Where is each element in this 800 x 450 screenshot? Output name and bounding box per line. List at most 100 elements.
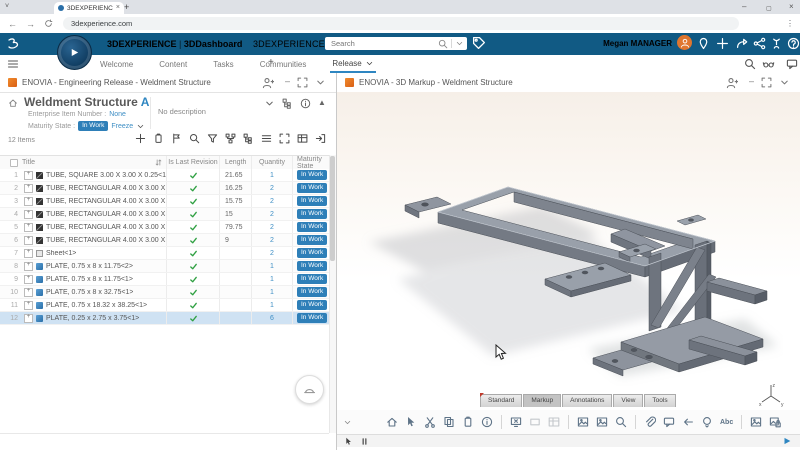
tab-close-icon[interactable]: × xyxy=(116,5,120,11)
url-bar[interactable]: 3dexperience.com xyxy=(63,17,739,30)
item-number-value[interactable]: None xyxy=(109,111,126,118)
filter-icon[interactable] xyxy=(207,133,218,144)
zoom-region-icon[interactable] xyxy=(613,414,629,430)
part-title[interactable]: TUBE, RECTANGULAR 4.00 X 3.00 X 0.25<6> xyxy=(46,198,166,205)
fullscreen-icon[interactable] xyxy=(279,133,290,144)
3dswym-icon[interactable] xyxy=(770,37,783,50)
search-icon[interactable] xyxy=(744,58,756,70)
image-lock-icon[interactable] xyxy=(767,414,783,430)
assistant-fab-button[interactable] xyxy=(295,375,324,404)
tab-release[interactable]: Release xyxy=(330,55,375,73)
table-row[interactable]: 12+PLATE, 0.25 x 2.75 x 3.75<1>6In Work xyxy=(0,312,329,325)
part-title[interactable]: TUBE, SQUARE 3.00 X 3.00 X 0.25<1> xyxy=(46,172,166,179)
text-abc-icon[interactable]: Abc xyxy=(718,414,735,430)
weldment-3d-model[interactable] xyxy=(353,114,783,386)
part-title[interactable]: PLATE, 0.75 x 18.32 x 38.25<1> xyxy=(46,302,147,309)
expand-row-icon[interactable]: + xyxy=(24,171,33,180)
table-row[interactable]: 7+Sheet<1>2In Work xyxy=(0,247,329,260)
tab-welcome[interactable]: Welcome xyxy=(98,55,135,73)
related-content-icon[interactable] xyxy=(282,98,293,109)
paste-icon[interactable] xyxy=(153,133,164,144)
options-icon[interactable] xyxy=(699,414,715,430)
select-icon[interactable] xyxy=(403,414,419,430)
pause-icon[interactable] xyxy=(360,437,369,446)
quantity-value[interactable]: 1 xyxy=(251,260,292,272)
back-button[interactable]: ← xyxy=(8,19,17,29)
share-widget-icon[interactable] xyxy=(262,77,274,89)
tag-icon[interactable] xyxy=(472,36,486,50)
avatar[interactable] xyxy=(677,35,692,50)
viewer-tab-annotations[interactable]: Annotations xyxy=(562,394,612,407)
cut-icon[interactable] xyxy=(422,414,438,430)
maximize-widget-icon[interactable] xyxy=(297,77,308,88)
quantity-value[interactable]: 2 xyxy=(251,208,292,220)
structure-alt-icon[interactable] xyxy=(243,133,254,144)
expand-row-icon[interactable]: + xyxy=(24,262,33,271)
browser-tab[interactable]: 3DEXPERIENCE × xyxy=(54,2,124,14)
window-maximize-button[interactable]: ▢ xyxy=(766,4,772,14)
screen-clear-icon[interactable] xyxy=(508,414,524,430)
expand-row-icon[interactable]: + xyxy=(24,184,33,193)
global-search[interactable] xyxy=(325,37,467,50)
maximize-widget-icon[interactable] xyxy=(761,77,772,88)
collapse-header-icon[interactable]: ▲ xyxy=(318,98,326,107)
rectangle-icon[interactable] xyxy=(527,414,543,430)
viewer-tab-markup[interactable]: Markup xyxy=(523,394,561,407)
freeze-action[interactable]: Freeze xyxy=(111,123,133,130)
expand-row-icon[interactable]: + xyxy=(24,223,33,232)
table-row[interactable]: 9+PLATE, 0.75 x 8 x 11.75<1>1In Work xyxy=(0,273,329,286)
expand-row-icon[interactable]: + xyxy=(24,301,33,310)
part-title[interactable]: TUBE, RECTANGULAR 4.00 X 3.00 X 0.25<10> xyxy=(46,237,166,244)
reload-button[interactable] xyxy=(44,19,53,28)
part-title[interactable]: Sheet<1> xyxy=(46,250,76,257)
user-name[interactable]: Megan MANAGER xyxy=(600,39,672,48)
sort-icon[interactable] xyxy=(154,158,163,167)
part-title[interactable]: PLATE, 0.75 x 8 x 32.75<1> xyxy=(46,289,133,296)
export-icon[interactable] xyxy=(315,133,326,144)
quantity-value[interactable]: 1 xyxy=(251,273,292,285)
quantity-value[interactable]: 2 xyxy=(251,195,292,207)
add-dashboard-tab-button[interactable]: + xyxy=(268,58,274,68)
tab-chevron-icon[interactable] xyxy=(365,59,374,68)
forward-button[interactable]: → xyxy=(26,19,35,29)
info-icon[interactable] xyxy=(300,98,311,109)
flag-icon[interactable] xyxy=(171,133,182,144)
quantity-value[interactable]: 1 xyxy=(251,169,292,181)
part-title[interactable]: PLATE, 0.25 x 2.75 x 3.75<1> xyxy=(46,315,139,322)
table-scrollbar-thumb[interactable] xyxy=(330,156,335,261)
hamburger-menu-icon[interactable] xyxy=(7,58,19,70)
copy-icon[interactable] xyxy=(441,414,457,430)
table-row[interactable]: 5+TUBE, RECTANGULAR 4.00 X 3.00 X 0.25<4… xyxy=(0,221,329,234)
share-nodes-icon[interactable] xyxy=(753,37,766,50)
image-render-icon[interactable] xyxy=(594,414,610,430)
grid-icon[interactable] xyxy=(546,414,562,430)
image-icon[interactable] xyxy=(748,414,764,430)
expand-row-icon[interactable]: + xyxy=(24,236,33,245)
minimize-widget-icon[interactable]: – xyxy=(749,76,754,86)
add-icon[interactable] xyxy=(716,37,729,50)
image-view-icon[interactable] xyxy=(575,414,591,430)
tab-tasks[interactable]: Tasks xyxy=(211,55,235,73)
select-cursor-icon[interactable] xyxy=(344,437,353,446)
table-row[interactable]: 11+PLATE, 0.75 x 18.32 x 38.25<1>1In Wor… xyxy=(0,299,329,312)
table-row[interactable]: 2+TUBE, RECTANGULAR 4.00 X 3.00 X 0.25<7… xyxy=(0,182,329,195)
add-icon[interactable] xyxy=(135,133,146,144)
viewer-tab-tools[interactable]: Tools xyxy=(644,394,675,407)
search-icon[interactable] xyxy=(438,39,448,49)
quantity-value[interactable]: 2 xyxy=(251,221,292,233)
table-row[interactable]: 10+PLATE, 0.75 x 8 x 32.75<1>1In Work xyxy=(0,286,329,299)
attach-icon[interactable] xyxy=(642,414,658,430)
quantity-value[interactable]: 6 xyxy=(251,312,292,324)
title-chevron-icon[interactable] xyxy=(264,98,275,109)
quantity-value[interactable]: 2 xyxy=(251,182,292,194)
info-icon[interactable] xyxy=(479,414,495,430)
compass-logo[interactable] xyxy=(57,35,92,70)
select-all-checkbox[interactable] xyxy=(10,159,18,167)
tab-communities[interactable]: Communities xyxy=(258,55,309,73)
glasses-icon[interactable] xyxy=(762,58,775,70)
toolbar-collapse-chevron-icon[interactable] xyxy=(343,418,352,427)
minimize-widget-icon[interactable]: – xyxy=(285,76,290,86)
widget-menu-chevron-icon[interactable] xyxy=(315,77,326,88)
3d-viewport[interactable] xyxy=(337,92,800,394)
list-view-icon[interactable] xyxy=(261,133,272,144)
